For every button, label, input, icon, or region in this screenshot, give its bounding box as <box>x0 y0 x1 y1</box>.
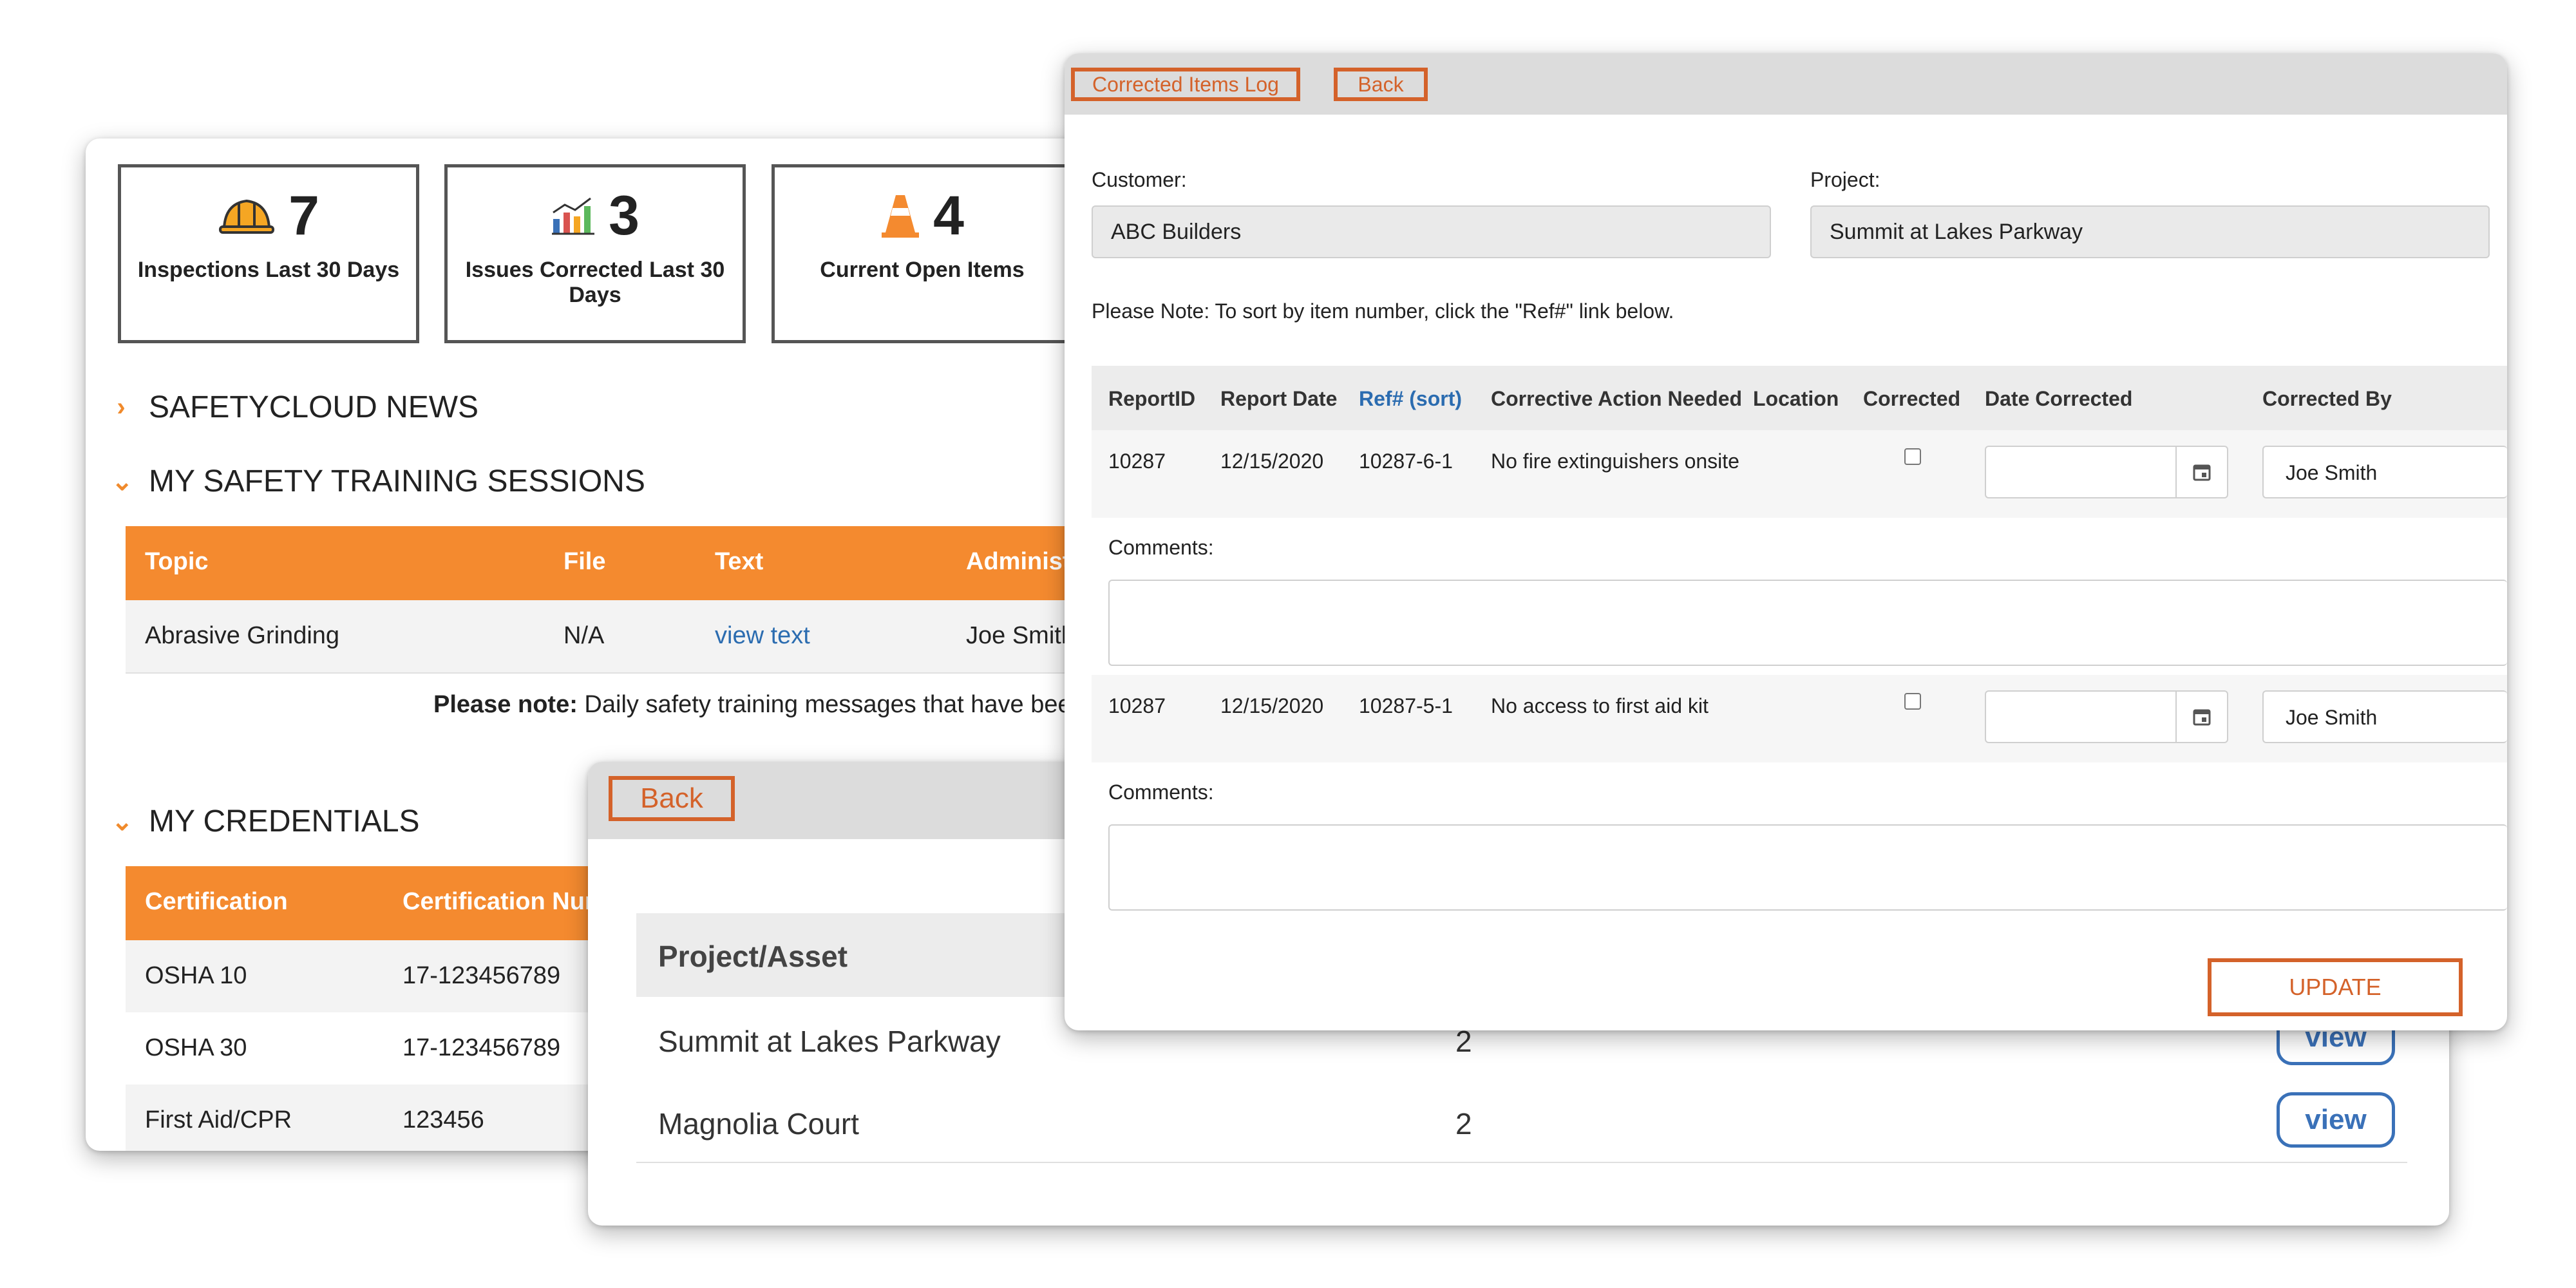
hard-hat-icon <box>219 199 275 234</box>
note-label: Please note: <box>433 691 578 718</box>
chart-icon <box>552 197 595 235</box>
report-date: 12/15/2020 <box>1220 450 1324 473</box>
stat-value: 3 <box>609 184 639 247</box>
ref-number: 10287-6-1 <box>1359 450 1453 473</box>
ref-sort-link[interactable]: Ref# (sort) <box>1359 387 1462 411</box>
stat-label: Current Open Items <box>820 258 1025 282</box>
view-text-link[interactable]: view text <box>715 622 810 650</box>
report-id-link[interactable]: 10287 <box>1108 450 1166 473</box>
sort-note: Please Note: To sort by item number, cli… <box>1092 299 1674 323</box>
comments-row: Comments: <box>1092 762 2507 911</box>
update-button[interactable]: UPDATE <box>2208 958 2463 1016</box>
stat-inspections[interactable]: 7 Inspections Last 30 Days <box>118 164 419 343</box>
corrected-by-select[interactable]: Joe Smith <box>2262 446 2507 498</box>
stat-value: 7 <box>289 184 319 247</box>
chevron-down-icon: ⌄ <box>111 467 133 496</box>
cert-cell: OSHA 10 <box>145 962 247 989</box>
report-id-link[interactable]: 10287 <box>1108 694 1166 718</box>
stat-open-items[interactable]: 4 Current Open Items <box>772 164 1073 343</box>
cert-num-cell: 123456 <box>402 1106 484 1133</box>
table-row: Magnolia Court 2 view <box>636 1079 2407 1163</box>
training-table-header: Topic File Text Administe <box>126 526 1180 600</box>
back-button[interactable]: Back <box>1334 68 1428 101</box>
column-header: Corrected <box>1863 387 1961 410</box>
project-name: Magnolia Court <box>658 1107 859 1141</box>
stat-label: Issues Corrected Last 30 Days <box>465 258 725 307</box>
column-header: File <box>564 548 606 575</box>
cert-cell: OSHA 30 <box>145 1034 247 1061</box>
corrective-action: No access to first aid kit <box>1491 694 1709 717</box>
customer-label: Customer: <box>1092 168 1187 191</box>
corrected-by-value: Joe Smith <box>2286 461 2378 484</box>
column-header: Location <box>1753 387 1839 410</box>
table-row: 10287 12/15/2020 10287-6-1 No fire extin… <box>1092 430 2507 519</box>
column-header: Certification <box>145 888 288 915</box>
section-title: MY CREDENTIALS <box>149 804 420 838</box>
section-news[interactable]: › SAFETYCLOUD NEWS <box>111 390 478 425</box>
column-header: Date Corrected <box>1985 387 2133 410</box>
cert-num-cell: 17-123456789 <box>402 962 561 989</box>
back-button[interactable]: Back <box>609 776 735 821</box>
topic-cell: Abrasive Grinding <box>145 622 340 649</box>
corrected-checkbox[interactable] <box>1904 693 1921 710</box>
item-count: 2 <box>1455 1107 1472 1141</box>
date-corrected-input[interactable] <box>1985 690 2228 743</box>
file-cell: N/A <box>564 622 605 649</box>
column-header: ReportID <box>1108 387 1196 410</box>
stat-issues-corrected[interactable]: 3 Issues Corrected Last 30 Days <box>444 164 746 343</box>
section-title: SAFETYCLOUD NEWS <box>149 390 479 424</box>
comments-textarea[interactable] <box>1108 824 2507 911</box>
corrected-items-log-tab[interactable]: Corrected Items Log <box>1071 68 1300 101</box>
project-name: Summit at Lakes Parkway <box>658 1025 1001 1058</box>
project-field[interactable]: Summit at Lakes Parkway <box>1810 205 2490 258</box>
corrected-items-log-panel: Corrected Items Log Back Customer: ABC B… <box>1065 53 2507 1030</box>
stat-label: Inspections Last 30 Days <box>137 258 400 282</box>
log-table-header: ReportID Report Date Ref# (sort) Correct… <box>1092 366 2507 431</box>
comments-label: Comments: <box>1108 781 1214 804</box>
table-row: Abrasive Grinding N/A view text Joe Smit… <box>126 600 1180 674</box>
cert-cell: First Aid/CPR <box>145 1106 292 1133</box>
column-header: Corrective Action Needed <box>1491 387 1743 410</box>
chevron-right-icon: › <box>117 393 126 421</box>
calendar-icon[interactable] <box>2175 447 2227 497</box>
column-header: Project/Asset <box>658 940 848 973</box>
traffic-cone-icon <box>882 195 920 238</box>
note-text: Daily safety training messages that have… <box>577 691 1123 718</box>
section-title: MY SAFETY TRAINING SESSIONS <box>149 464 645 498</box>
view-button[interactable]: view <box>2277 1092 2395 1148</box>
report-date: 12/15/2020 <box>1220 694 1324 717</box>
column-header: Corrected By <box>2262 387 2392 410</box>
date-corrected-input[interactable] <box>1985 446 2228 498</box>
project-label: Project: <box>1810 168 1880 191</box>
column-header: Topic <box>145 548 209 575</box>
corrected-by-value: Joe Smith <box>2286 706 2378 729</box>
training-note: Please note: Daily safety training messa… <box>433 691 1123 719</box>
column-header: Report Date <box>1220 387 1338 410</box>
chevron-down-icon: ⌄ <box>111 807 133 836</box>
calendar-icon[interactable] <box>2175 692 2227 742</box>
comments-label: Comments: <box>1108 536 1214 559</box>
corrected-by-select[interactable]: Joe Smith <box>2262 690 2507 743</box>
column-header: Certification Num <box>402 888 607 915</box>
admin-cell: Joe Smith <box>966 622 1075 649</box>
cert-num-cell: 17-123456789 <box>402 1034 561 1061</box>
stat-value: 4 <box>933 184 964 247</box>
corrective-action: No fire extinguishers onsite <box>1491 450 1739 473</box>
comments-textarea[interactable] <box>1108 580 2507 666</box>
table-row: 10287 12/15/2020 10287-5-1 No access to … <box>1092 675 2507 764</box>
ref-number: 10287-5-1 <box>1359 694 1453 717</box>
section-credentials[interactable]: ⌄ MY CREDENTIALS <box>111 804 420 839</box>
corrected-checkbox[interactable] <box>1904 448 1921 465</box>
section-training[interactable]: ⌄ MY SAFETY TRAINING SESSIONS <box>111 464 645 499</box>
customer-field[interactable]: ABC Builders <box>1092 205 1771 258</box>
column-header: Text <box>715 548 764 575</box>
